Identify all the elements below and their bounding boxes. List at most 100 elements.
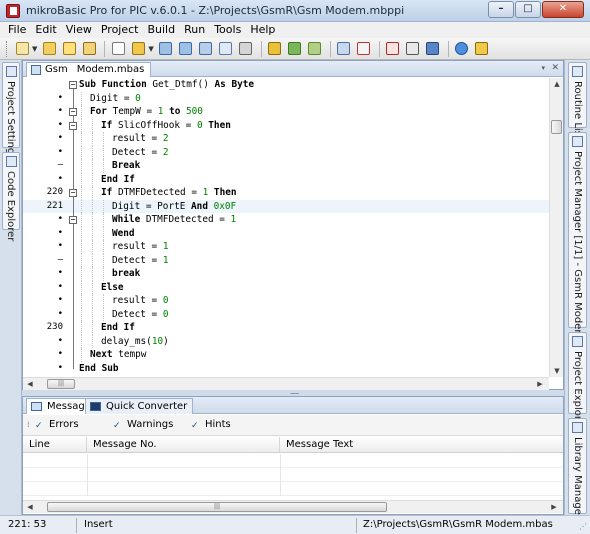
tab-library-manager[interactable]: Library Manager [568, 418, 587, 519]
tab-routine-list[interactable]: Routine List [568, 62, 587, 140]
code-line[interactable]: • delay_ms(10) [23, 334, 549, 348]
errors-checkbox-icon[interactable]: ✓ [35, 422, 44, 431]
view-assembly-button[interactable] [335, 40, 353, 58]
code-text: If SlicOffHook = 0 Then [101, 119, 231, 131]
code-line[interactable]: 220− If DTMFDetected = 1 Then [23, 186, 549, 200]
tab-project-explorer[interactable]: Project Explorer [568, 332, 587, 430]
fold-toggle-icon[interactable]: − [69, 189, 77, 197]
code-line[interactable]: • Next tempw [23, 348, 549, 362]
menu-edit[interactable]: Edit [35, 22, 56, 38]
help-button[interactable] [453, 40, 471, 58]
code-line[interactable]: • End If [23, 172, 549, 186]
tab-project-manager[interactable]: Project Manager [1/1] - GsmR Modem.mbppi [568, 132, 587, 374]
warnings-filter[interactable]: ✓ Warnings [113, 419, 173, 431]
code-line[interactable]: • result = 0 [23, 294, 549, 308]
maximize-button[interactable]: □ [515, 1, 541, 18]
print-button[interactable] [237, 40, 255, 58]
fold-toggle-icon[interactable]: − [69, 108, 77, 116]
toolbar-grip[interactable] [6, 40, 9, 57]
scroll-right-icon[interactable]: ▶ [535, 380, 545, 388]
code-line[interactable]: − Sub Function Get_Dtmf() As Byte [23, 78, 549, 99]
code-line[interactable]: • result = 2 [23, 132, 549, 146]
code-line[interactable]: – Detect = 1 [23, 253, 549, 267]
message-filters: ⁞ ✓ Errors ✓ Warnings ✓ Hints [23, 415, 563, 436]
tab-quick-converter[interactable]: Quick Converter [85, 398, 194, 414]
hints-checkbox-icon[interactable]: ✓ [191, 422, 200, 431]
seven-segment-button[interactable] [404, 40, 422, 58]
code-line[interactable]: 221 Digit = PortE And 0x0F [23, 199, 549, 213]
build-button[interactable] [266, 40, 284, 58]
scroll-right-icon[interactable]: ▶ [549, 503, 559, 511]
menu-help[interactable]: Help [250, 22, 275, 38]
menu-build[interactable]: Build [147, 22, 175, 38]
fold-toggle-icon[interactable]: − [69, 81, 77, 89]
save-as-button[interactable] [177, 40, 195, 58]
project-settings-button[interactable] [80, 40, 98, 58]
lcd-editor-button[interactable] [424, 40, 442, 58]
code-line[interactable]: • End Sub [23, 361, 549, 376]
scroll-left-icon[interactable]: ◀ [25, 380, 35, 388]
hints-filter[interactable]: ✓ Hints [191, 419, 231, 431]
horizontal-scroll-thumb[interactable]: ||| [47, 379, 75, 389]
tab-list-icon[interactable]: ▾ [541, 64, 545, 72]
fold-toggle-icon[interactable]: − [69, 121, 77, 130]
code-area[interactable]: − Sub Function Get_Dtmf() As Byte • Digit =… [23, 78, 549, 377]
resize-grip[interactable]: ⋰ [579, 522, 587, 531]
code-line[interactable]: • Else [23, 280, 549, 294]
scroll-left-icon[interactable]: ◀ [25, 503, 35, 511]
menu-run[interactable]: Run [184, 22, 205, 38]
save-project-button[interactable] [60, 40, 78, 58]
code-line[interactable]: – Break [23, 159, 549, 173]
code-line[interactable]: • break [23, 267, 549, 281]
code-line[interactable]: • Detect = 0 [23, 307, 549, 321]
code-line[interactable]: • Wend [23, 226, 549, 240]
code-line[interactable]: • Detect = 2 [23, 145, 549, 159]
code-line[interactable]: • − If SlicOffHook = 0 Then [23, 118, 549, 132]
chevron-down-icon[interactable]: ▼ [32, 45, 37, 53]
options-button[interactable] [473, 40, 491, 58]
fold-toggle-icon[interactable]: − [69, 216, 77, 224]
vertical-scroll-thumb[interactable] [551, 120, 562, 134]
menu-file[interactable]: File [8, 22, 26, 38]
open-project-button[interactable] [40, 40, 58, 58]
code-line[interactable]: • result = 1 [23, 240, 549, 254]
build-program-button[interactable] [306, 40, 324, 58]
document-tab[interactable]: Gsm Modem.mbas [26, 62, 152, 77]
messages-scroll-thumb[interactable]: ||| [47, 502, 387, 512]
save-all-button[interactable] [197, 40, 215, 58]
indent-guide [92, 199, 93, 213]
menu-tools[interactable]: Tools [214, 22, 241, 38]
statistics-button[interactable] [355, 40, 373, 58]
open-file-button[interactable] [129, 40, 147, 58]
minimize-button[interactable]: – [488, 1, 514, 18]
number-token: 2 [162, 146, 169, 158]
messages-horizontal-scrollbar[interactable]: ◀ ||| ▶ [23, 500, 563, 513]
tab-code-explorer[interactable]: Code Explorer [2, 152, 20, 241]
key-icon [475, 42, 489, 55]
column-message-text[interactable]: Message Text [280, 437, 563, 453]
scroll-down-icon[interactable]: ▼ [550, 367, 564, 375]
close-file-button[interactable] [217, 40, 235, 58]
scroll-up-icon[interactable]: ▲ [550, 80, 564, 88]
menu-project[interactable]: Project [101, 22, 139, 38]
close-tab-icon[interactable]: ✕ [551, 63, 559, 73]
column-message-no[interactable]: Message No. [87, 437, 280, 453]
ascii-chart-button[interactable] [384, 40, 402, 58]
code-line[interactable]: • Digit = 0 [23, 91, 549, 105]
horizontal-scrollbar[interactable]: ◀ ||| ▶ [23, 377, 549, 390]
save-file-button[interactable] [157, 40, 175, 58]
warnings-checkbox-icon[interactable]: ✓ [113, 422, 122, 431]
code-line[interactable]: • − While DTMFDetected = 1 [23, 213, 549, 227]
code-line[interactable]: 230 End If [23, 321, 549, 335]
new-project-button[interactable] [13, 40, 31, 58]
build-all-button[interactable] [286, 40, 304, 58]
errors-filter[interactable]: ✓ Errors [35, 419, 79, 431]
column-line[interactable]: Line [23, 437, 87, 453]
close-button[interactable]: ✕ [542, 1, 584, 18]
code-line[interactable]: • − For TempW = 1 to 500 [23, 105, 549, 119]
new-file-button[interactable] [109, 40, 127, 58]
vertical-scrollbar[interactable]: ▲ ▼ [549, 78, 563, 377]
menu-view[interactable]: View [66, 22, 92, 38]
tab-project-settings[interactable]: Project Settings [2, 62, 20, 159]
chevron-down-icon[interactable]: ▼ [148, 45, 153, 53]
